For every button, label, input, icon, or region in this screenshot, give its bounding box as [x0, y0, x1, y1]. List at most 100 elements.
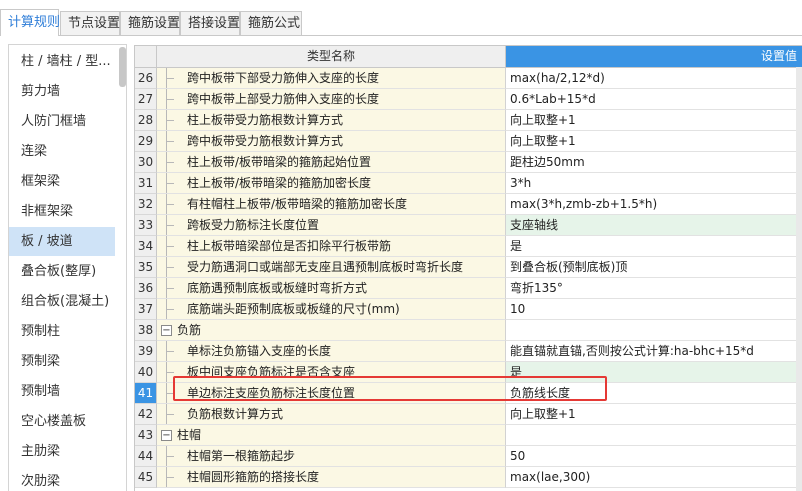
sidebar-item[interactable]: 剪力墙: [9, 77, 115, 106]
row-value-cell[interactable]: 10: [506, 299, 802, 320]
row-name-cell[interactable]: 负筋根数计算方式: [157, 404, 506, 425]
row-name-cell[interactable]: − 负筋: [157, 320, 506, 341]
row-value-cell[interactable]: max(3*h,zmb-zb+1.5*h): [506, 194, 802, 215]
row-value-cell[interactable]: 是: [506, 362, 802, 383]
row-number[interactable]: 43: [135, 425, 157, 446]
row-value-cell[interactable]: [506, 425, 802, 446]
row-number[interactable]: 32: [135, 194, 157, 215]
row-number[interactable]: 29: [135, 131, 157, 152]
row-name-cell[interactable]: 柱上板带/板带暗梁的箍筋加密长度: [157, 173, 506, 194]
sidebar-item[interactable]: 连梁: [9, 137, 115, 166]
row-name-cell[interactable]: 跨中板带受力筋根数计算方式: [157, 131, 506, 152]
row-name-cell[interactable]: 跨中板带上部受力筋伸入支座的长度: [157, 89, 506, 110]
tab-3[interactable]: 箍筋设置: [120, 11, 180, 36]
sidebar-scrollbar-thumb[interactable]: [119, 47, 126, 87]
table-row[interactable]: 26 跨中板带下部受力筋伸入支座的长度 max(ha/2,12*d): [135, 68, 802, 89]
row-value-cell[interactable]: max(ha/2,12*d): [506, 68, 802, 89]
sidebar-item[interactable]: 叠合板(整厚): [9, 257, 115, 286]
row-number[interactable]: 30: [135, 152, 157, 173]
table-row[interactable]: 44 柱帽第一根箍筋起步 50: [135, 446, 802, 467]
table-row[interactable]: 30 柱上板带/板带暗梁的箍筋起始位置 距柱边50mm: [135, 152, 802, 173]
row-name-cell[interactable]: 板中间支座负筋标注是否含支座: [157, 362, 506, 383]
row-name-cell[interactable]: 单边标注支座负筋标注长度位置: [157, 383, 506, 404]
row-number[interactable]: 37: [135, 299, 157, 320]
row-value-cell[interactable]: 是: [506, 236, 802, 257]
row-name-cell[interactable]: 柱上板带受力筋根数计算方式: [157, 110, 506, 131]
row-name-cell[interactable]: 底筋端头距预制底板或板缝的尺寸(mm): [157, 299, 506, 320]
row-number[interactable]: 34: [135, 236, 157, 257]
table-row[interactable]: 27 跨中板带上部受力筋伸入支座的长度 0.6*Lab+15*d: [135, 89, 802, 110]
table-row[interactable]: 29 跨中板带受力筋根数计算方式 向上取整+1: [135, 131, 802, 152]
row-number[interactable]: 40: [135, 362, 157, 383]
header-value-column[interactable]: 设置值: [506, 46, 802, 68]
sidebar-item[interactable]: 柱 / 墙柱 / 型...: [9, 47, 115, 76]
row-value-cell[interactable]: 距柱边50mm: [506, 152, 802, 173]
table-row[interactable]: 42 负筋根数计算方式 向上取整+1: [135, 404, 802, 425]
table-row[interactable]: 36 底筋遇预制底板或板缝时弯折方式 弯折135°: [135, 278, 802, 299]
sidebar-item[interactable]: 空心楼盖板: [9, 407, 115, 436]
row-number[interactable]: 28: [135, 110, 157, 131]
row-value-cell[interactable]: 到叠合板(预制底板)顶: [506, 257, 802, 278]
table-row[interactable]: 37 底筋端头距预制底板或板缝的尺寸(mm) 10: [135, 299, 802, 320]
table-row[interactable]: 28 柱上板带受力筋根数计算方式 向上取整+1: [135, 110, 802, 131]
tab-4[interactable]: 搭接设置: [180, 11, 240, 36]
sidebar-item[interactable]: 次肋梁: [9, 467, 115, 491]
table-row[interactable]: 45 柱帽圆形箍筋的搭接长度 max(lae,300): [135, 467, 802, 488]
row-name-cell[interactable]: 柱帽圆形箍筋的搭接长度: [157, 467, 506, 488]
row-number[interactable]: 38: [135, 320, 157, 341]
row-value-cell[interactable]: max(lae,300): [506, 467, 802, 488]
row-number[interactable]: 45: [135, 467, 157, 488]
table-row[interactable]: 34 柱上板带暗梁部位是否扣除平行板带筋 是: [135, 236, 802, 257]
row-value-cell[interactable]: 弯折135°: [506, 278, 802, 299]
row-value-cell[interactable]: 能直锚就直锚,否则按公式计算:ha-bhc+15*d: [506, 341, 802, 362]
table-group-row[interactable]: 43− 柱帽: [135, 425, 802, 446]
row-value-cell[interactable]: 3*h: [506, 173, 802, 194]
tab-5[interactable]: 箍筋公式: [240, 11, 302, 36]
row-name-cell[interactable]: 有柱帽柱上板带/板带暗梁的箍筋加密长度: [157, 194, 506, 215]
row-number[interactable]: 27: [135, 89, 157, 110]
sidebar-item[interactable]: 框架梁: [9, 167, 115, 196]
sidebar-item[interactable]: 组合板(混凝土): [9, 287, 115, 316]
sidebar-item[interactable]: 主肋梁: [9, 437, 115, 466]
table-row[interactable]: 41 单边标注支座负筋标注长度位置 负筋线长度: [135, 383, 802, 404]
tab-2[interactable]: 节点设置: [60, 11, 120, 36]
row-value-cell[interactable]: 支座轴线: [506, 215, 802, 236]
row-name-cell[interactable]: − 柱帽: [157, 425, 506, 446]
row-value-cell[interactable]: [506, 320, 802, 341]
row-number[interactable]: 33: [135, 215, 157, 236]
collapse-toggle-icon[interactable]: −: [161, 430, 172, 441]
row-number[interactable]: 42: [135, 404, 157, 425]
row-name-cell[interactable]: 柱上板带/板带暗梁的箍筋起始位置: [157, 152, 506, 173]
header-name-column[interactable]: 类型名称: [157, 46, 506, 68]
sidebar-item[interactable]: 非框架梁: [9, 197, 115, 226]
row-value-cell[interactable]: 向上取整+1: [506, 404, 802, 425]
row-value-cell[interactable]: 负筋线长度: [506, 383, 802, 404]
row-name-cell[interactable]: 柱帽第一根箍筋起步: [157, 446, 506, 467]
sidebar-item[interactable]: 预制墙: [9, 377, 115, 406]
table-group-row[interactable]: 38− 负筋: [135, 320, 802, 341]
sidebar-item[interactable]: 预制柱: [9, 317, 115, 346]
row-number[interactable]: 31: [135, 173, 157, 194]
tab-1[interactable]: 计算规则: [0, 9, 60, 36]
row-name-cell[interactable]: 跨板受力筋标注长度位置: [157, 215, 506, 236]
table-row[interactable]: 40 板中间支座负筋标注是否含支座 是: [135, 362, 802, 383]
table-row[interactable]: 31 柱上板带/板带暗梁的箍筋加密长度 3*h: [135, 173, 802, 194]
row-name-cell[interactable]: 受力筋遇洞口或端部无支座且遇预制底板时弯折长度: [157, 257, 506, 278]
row-number[interactable]: 39: [135, 341, 157, 362]
row-name-cell[interactable]: 柱上板带暗梁部位是否扣除平行板带筋: [157, 236, 506, 257]
sidebar-item[interactable]: 人防门框墙: [9, 107, 115, 136]
sidebar-item[interactable]: 板 / 坡道: [9, 227, 115, 256]
table-row[interactable]: 33 跨板受力筋标注长度位置 支座轴线: [135, 215, 802, 236]
row-number[interactable]: 41: [135, 383, 157, 404]
row-value-cell[interactable]: 向上取整+1: [506, 110, 802, 131]
sidebar-item[interactable]: 预制梁: [9, 347, 115, 376]
table-row[interactable]: 39 单标注负筋锚入支座的长度 能直锚就直锚,否则按公式计算:ha-bhc+15*d: [135, 341, 802, 362]
collapse-toggle-icon[interactable]: −: [161, 325, 172, 336]
row-value-cell[interactable]: 向上取整+1: [506, 131, 802, 152]
table-scrollbar[interactable]: [796, 67, 802, 491]
table-row[interactable]: 35 受力筋遇洞口或端部无支座且遇预制底板时弯折长度 到叠合板(预制底板)顶: [135, 257, 802, 278]
row-number[interactable]: 26: [135, 68, 157, 89]
row-number[interactable]: 36: [135, 278, 157, 299]
row-value-cell[interactable]: 50: [506, 446, 802, 467]
table-row[interactable]: 32 有柱帽柱上板带/板带暗梁的箍筋加密长度 max(3*h,zmb-zb+1.5*…: [135, 194, 802, 215]
